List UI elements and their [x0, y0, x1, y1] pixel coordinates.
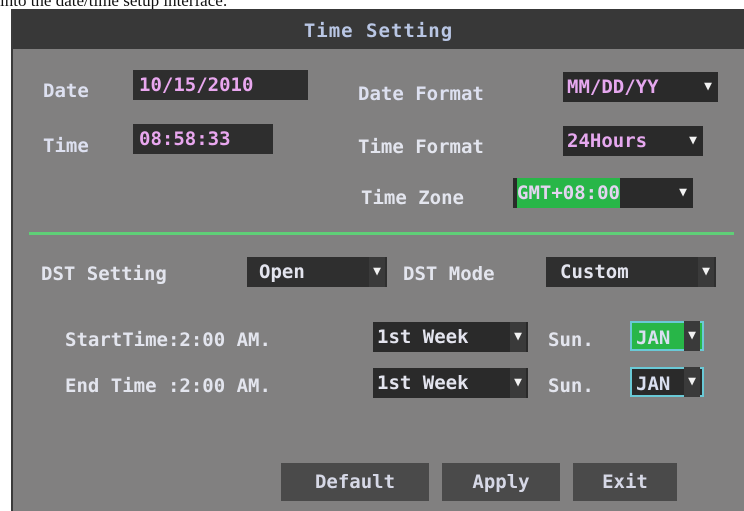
date-format-select[interactable]: MM/DD/YY ▼ — [563, 72, 718, 102]
chevron-down-icon: ▼ — [679, 185, 687, 200]
time-zone-select[interactable]: GMT+08:00 ▼ — [513, 178, 693, 208]
end-week-select[interactable]: 1st Week ▼ — [373, 368, 528, 398]
start-time-label: StartTime:2:00 AM. — [65, 329, 271, 351]
start-week-select[interactable]: 1st Week ▼ — [373, 322, 528, 352]
end-time-label: End Time :2:00 AM. — [65, 375, 271, 397]
start-month-value: JAN — [636, 327, 671, 349]
date-format-value: MM/DD/YY — [567, 76, 659, 98]
default-button[interactable]: Default — [281, 463, 429, 501]
chevron-down-icon: ▼ — [698, 257, 714, 287]
dst-mode-value: Custom — [560, 261, 629, 283]
start-week-value: 1st Week — [377, 326, 469, 348]
exit-button[interactable]: Exit — [573, 463, 677, 501]
time-format-value: 24Hours — [567, 130, 648, 152]
apply-button[interactable]: Apply — [442, 463, 560, 501]
date-label: Date — [43, 80, 89, 102]
end-month-select[interactable]: JAN ▼ — [630, 367, 704, 397]
end-month-value: JAN — [636, 373, 671, 395]
dialog-title: Time Setting — [13, 9, 744, 49]
dst-mode-label: DST Mode — [403, 263, 495, 285]
end-day-label: Sun. — [548, 375, 594, 397]
chevron-down-icon: ▼ — [684, 321, 700, 351]
date-field[interactable]: 10/15/2010 — [133, 70, 308, 100]
time-label: Time — [43, 135, 89, 157]
dst-setting-value: Open — [259, 261, 305, 283]
dst-setting-select[interactable]: Open ▼ — [247, 257, 387, 287]
time-field[interactable]: 08:58:33 — [133, 124, 273, 154]
dst-setting-label: DST Setting — [41, 263, 167, 285]
chevron-down-icon: ▼ — [684, 367, 700, 397]
dst-mode-select[interactable]: Custom ▼ — [546, 257, 716, 287]
time-zone-value: GMT+08:00 — [517, 178, 620, 208]
section-divider — [29, 232, 734, 235]
chevron-down-icon: ▼ — [369, 257, 385, 287]
chevron-down-icon: ▼ — [510, 368, 526, 398]
time-zone-label: Time Zone — [361, 187, 464, 209]
end-week-value: 1st Week — [377, 372, 469, 394]
chevron-down-icon: ▼ — [689, 133, 697, 148]
date-format-label: Date Format — [358, 83, 484, 105]
start-day-label: Sun. — [548, 329, 594, 351]
time-format-select[interactable]: 24Hours ▼ — [563, 126, 703, 156]
chevron-down-icon: ▼ — [704, 79, 712, 94]
chevron-down-icon: ▼ — [510, 322, 526, 352]
time-setting-dialog: Time Setting Date 10/15/2010 Time 08:58:… — [11, 9, 744, 511]
start-month-select[interactable]: JAN ▼ — [630, 321, 704, 351]
time-format-label: Time Format — [358, 136, 484, 158]
